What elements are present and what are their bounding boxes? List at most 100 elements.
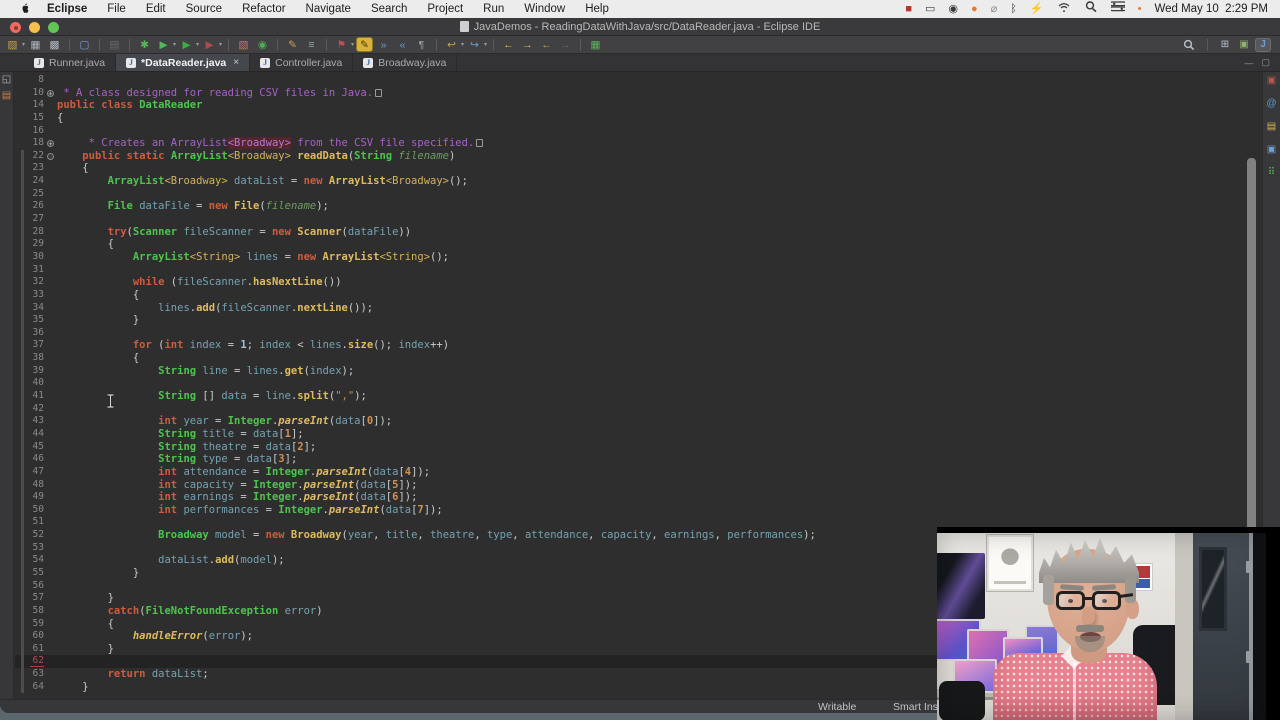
- code-line[interactable]: 24 ArrayList<Broadway> dataList = new Ar…: [15, 175, 1262, 188]
- code-line[interactable]: 38 {: [15, 352, 1262, 365]
- tab-runnerjava[interactable]: J Runner.java: [24, 54, 117, 71]
- run-button[interactable]: ▶: [178, 37, 199, 52]
- back-button[interactable]: ←: [500, 37, 517, 52]
- line-number[interactable]: 36: [24, 327, 44, 340]
- code-line[interactable]: 27: [15, 213, 1262, 226]
- line-number[interactable]: 49: [24, 491, 44, 504]
- code-line[interactable]: 29 {: [15, 238, 1262, 251]
- new-java-project-button[interactable]: ▧: [235, 37, 252, 52]
- line-number[interactable]: 30: [24, 251, 44, 264]
- code-line[interactable]: 31: [15, 263, 1262, 277]
- display-icon[interactable]: ▭: [925, 0, 935, 18]
- code-line[interactable]: 34 lines.add(fileScanner.nextLine());: [15, 301, 1262, 315]
- previous-annotation-button[interactable]: «: [394, 37, 411, 52]
- tab-controllerjava[interactable]: J Controller.java: [250, 54, 354, 71]
- screen-recording-icon[interactable]: ■: [905, 0, 912, 18]
- bluetooth-icon[interactable]: ᛒ: [1010, 0, 1017, 18]
- code-line[interactable]: 48 int capacity = Integer.parseInt(data[…: [15, 478, 1262, 492]
- java-perspective-button[interactable]: J: [1255, 37, 1271, 52]
- code-line[interactable]: 36: [15, 326, 1262, 340]
- menu-project[interactable]: Project: [417, 3, 473, 15]
- line-number[interactable]: 55: [24, 567, 44, 580]
- code-line[interactable]: 32 while (fileScanner.hasNextLine()): [15, 276, 1262, 289]
- new-launch-button[interactable]: ✱: [136, 37, 153, 52]
- mic-muted-icon[interactable]: ⌀: [991, 0, 998, 18]
- menu-window[interactable]: Window: [514, 3, 575, 15]
- line-number[interactable]: 40: [24, 377, 44, 390]
- line-number[interactable]: 54: [24, 554, 44, 567]
- fold-marker[interactable]: [44, 150, 57, 163]
- next-edit-location-button[interactable]: ↪: [466, 37, 487, 52]
- maximize-view-button[interactable]: ▢: [1261, 57, 1270, 68]
- forward-button[interactable]: →: [519, 37, 536, 52]
- line-number[interactable]: 61: [24, 643, 44, 656]
- line-number[interactable]: 24: [24, 175, 44, 188]
- menu-help[interactable]: Help: [575, 3, 619, 15]
- last-edit-location-button[interactable]: ↩: [443, 37, 464, 52]
- sphere-icon[interactable]: ●: [971, 0, 978, 18]
- fold-collapsed-icon[interactable]: +: [47, 89, 54, 97]
- code-line[interactable]: 14 public class DataReader: [15, 99, 1262, 112]
- code-line[interactable]: 43 int year = Integer.parseInt(data[0]);: [15, 415, 1262, 428]
- open-perspective-button[interactable]: ⊞: [1217, 38, 1233, 52]
- new-class-button[interactable]: ◉: [254, 37, 271, 52]
- line-number[interactable]: 50: [24, 504, 44, 517]
- fold-marker[interactable]: +: [44, 137, 57, 150]
- line-number[interactable]: 34: [24, 302, 44, 315]
- javadoc-icon[interactable]: @: [1266, 99, 1276, 109]
- menu-source[interactable]: Source: [176, 3, 232, 15]
- line-number[interactable]: 8: [24, 74, 44, 87]
- code-line[interactable]: 33 {: [15, 288, 1262, 302]
- fold-collapsed-icon[interactable]: +: [47, 140, 54, 148]
- line-number[interactable]: 15: [24, 112, 44, 125]
- line-number[interactable]: 53: [24, 542, 44, 555]
- history-back-button[interactable]: ←: [538, 37, 555, 52]
- code-line[interactable]: 46 String type = data[3];: [15, 453, 1262, 466]
- line-number[interactable]: 18: [24, 137, 44, 150]
- profile-button[interactable]: ▶: [201, 37, 222, 52]
- line-number[interactable]: 26: [24, 200, 44, 213]
- line-number[interactable]: 57: [24, 592, 44, 605]
- tab-broadwayjava[interactable]: J Broadway.java: [353, 54, 458, 71]
- line-number[interactable]: 47: [24, 466, 44, 479]
- menu-navigate[interactable]: Navigate: [296, 3, 361, 15]
- menu-clock[interactable]: Wed May 10 2:29 PM: [1154, 3, 1268, 15]
- play-circle-icon[interactable]: ◉: [948, 0, 958, 18]
- print-button[interactable]: ▤: [106, 37, 123, 52]
- code-line[interactable]: 25: [15, 187, 1262, 201]
- task-list-icon[interactable]: ▣: [1267, 76, 1276, 86]
- line-number[interactable]: 58: [24, 605, 44, 618]
- terminal-icon[interactable]: ⠿: [1268, 168, 1275, 178]
- control-center-icon[interactable]: [1109, 0, 1127, 18]
- declaration-icon[interactable]: ▤: [1267, 122, 1276, 132]
- line-number[interactable]: 46: [24, 453, 44, 466]
- package-explorer-icon[interactable]: ▤: [2, 91, 11, 101]
- line-number[interactable]: 41: [24, 390, 44, 403]
- debug-button[interactable]: ▶: [155, 37, 176, 52]
- code-line[interactable]: 15 {: [15, 112, 1262, 125]
- line-number[interactable]: 44: [24, 428, 44, 441]
- line-number[interactable]: 28: [24, 226, 44, 239]
- line-number[interactable]: 45: [24, 441, 44, 454]
- line-number[interactable]: 22: [24, 150, 44, 163]
- line-number[interactable]: 56: [24, 580, 44, 593]
- line-number[interactable]: 10: [24, 87, 44, 100]
- search-icon[interactable]: [1180, 37, 1197, 52]
- line-number[interactable]: 37: [24, 339, 44, 352]
- line-number[interactable]: 38: [24, 352, 44, 365]
- code-line[interactable]: 18 + * Creates an ArrayList<Broadway> fro…: [15, 137, 1262, 150]
- new-wizard-button[interactable]: ▨: [4, 37, 25, 52]
- window-title-bar[interactable]: JavaDemos - ReadingDataWithJava/src/Data…: [0, 18, 1280, 36]
- menu-refactor[interactable]: Refactor: [232, 3, 295, 15]
- restore-views-icon[interactable]: ◱: [2, 75, 11, 85]
- line-number[interactable]: 64: [24, 681, 44, 694]
- line-number[interactable]: 63: [24, 668, 44, 681]
- line-number[interactable]: 42: [24, 403, 44, 416]
- mark-occurrences-button[interactable]: ✎: [356, 37, 373, 52]
- debug-perspective-button[interactable]: ▣: [1236, 38, 1252, 52]
- line-number[interactable]: 14: [24, 99, 44, 112]
- battery-charging-icon[interactable]: ⚡: [1030, 0, 1044, 18]
- console-icon[interactable]: ▣: [1267, 145, 1276, 155]
- line-number[interactable]: 29: [24, 238, 44, 251]
- code-line[interactable]: 40: [15, 377, 1262, 391]
